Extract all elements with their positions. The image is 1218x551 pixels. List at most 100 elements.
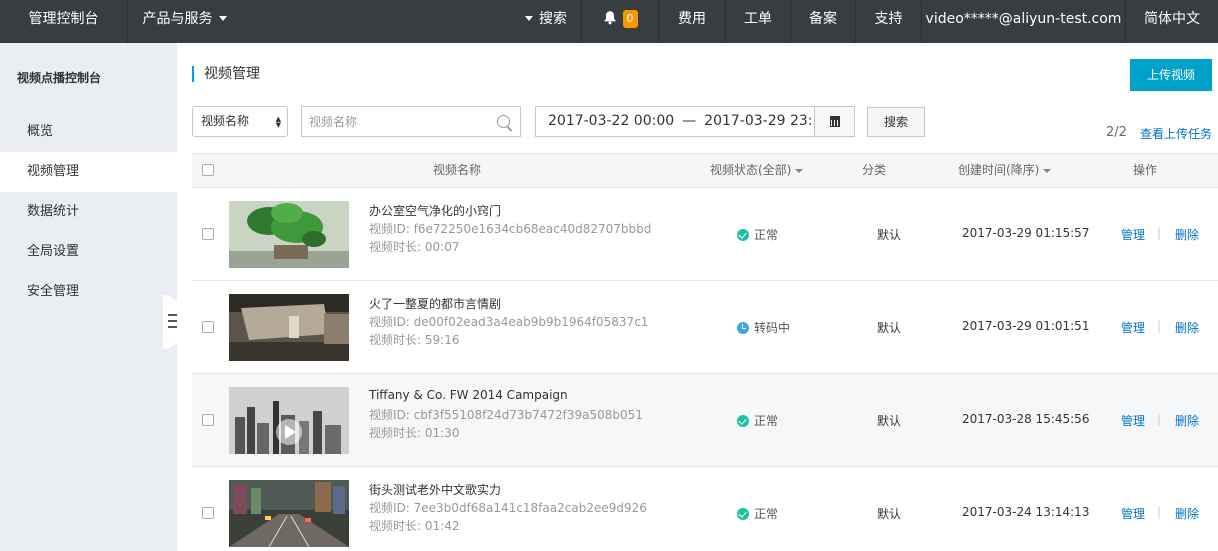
video-thumbnail[interactable]	[229, 387, 349, 454]
check-circle-icon	[737, 415, 749, 427]
sidebar-item-video-management[interactable]: 视频管理	[0, 152, 177, 192]
video-title[interactable]: Tiffany & Co. FW 2014 Campaign	[369, 388, 568, 402]
row-checkbox[interactable]	[202, 321, 214, 333]
video-category: 默认	[877, 321, 902, 335]
video-category: 默认	[877, 507, 902, 521]
video-thumbnail[interactable]	[229, 294, 349, 361]
delete-link[interactable]: 删除	[1175, 226, 1199, 243]
view-upload-tasks-link[interactable]: 查看上传任务	[1140, 125, 1212, 142]
main-content: 视频管理 上传视频 视频名称 ▲▼ 2017-03-22 00:00—2017-…	[177, 43, 1218, 551]
console-home-link[interactable]: 管理控制台	[0, 0, 127, 43]
delete-link[interactable]: 删除	[1175, 412, 1199, 429]
table-row: 火了一整夏的都市言情剧 视频ID: de00f02ead3a4eab9b9b19…	[192, 281, 1218, 374]
table-row: 街头测试老外中文歌实力 视频ID: 7ee3b0df68a141c18faa2c…	[192, 467, 1218, 551]
chevron-down-icon	[218, 15, 227, 21]
page-title: 视频管理	[192, 66, 260, 82]
video-duration: 视频时长: 59:16	[369, 333, 460, 347]
table-row: 办公室空气净化的小窍门 视频ID: f6e72250e1634cb68eac40…	[192, 188, 1218, 281]
search-field-select-value: 视频名称	[201, 114, 250, 128]
video-id: 视频ID: de00f02ead3a4eab9b9b1964f05837c1	[369, 315, 649, 329]
video-title[interactable]: 火了一整夏的都市言情剧	[369, 295, 501, 312]
sidebar-title: 视频点播控制台	[17, 71, 102, 85]
column-header-actions: 操作	[1133, 163, 1158, 177]
video-name-search-input[interactable]	[301, 106, 521, 137]
video-duration: 视频时长: 01:42	[369, 519, 460, 533]
video-status: 正常	[737, 226, 778, 243]
search-field-select[interactable]: 视频名称 ▲ ▼	[192, 106, 288, 137]
created-time: 2017-03-29 01:01:51	[962, 319, 1090, 333]
sidebar-item-global-settings[interactable]: 全局设置	[0, 232, 177, 272]
video-title[interactable]: 办公室空气净化的小窍门	[369, 202, 501, 219]
column-header-name: 视频名称	[433, 163, 482, 177]
upload-video-button[interactable]: 上传视频	[1130, 59, 1212, 91]
video-category: 默认	[877, 228, 902, 242]
products-menu-label: 产品与服务	[142, 11, 213, 27]
action-separator: |	[1157, 226, 1162, 240]
manage-link[interactable]: 管理	[1121, 319, 1145, 336]
video-duration: 视频时长: 01:30	[369, 426, 460, 440]
video-thumbnail[interactable]	[229, 201, 349, 268]
page-count: 2/2	[1106, 125, 1127, 140]
calendar-button[interactable]	[814, 106, 855, 137]
account-menu[interactable]: video*****@aliyun-test.com	[921, 0, 1125, 43]
created-sort-label: 创建时间(降序)	[958, 163, 1040, 177]
support-link[interactable]: 支持	[855, 0, 921, 43]
video-title[interactable]: 街头测试老外中文歌实力	[369, 481, 501, 498]
date-separator: —	[682, 113, 697, 129]
sidebar-item-statistics[interactable]: 数据统计	[0, 192, 177, 232]
icp-link[interactable]: 备案	[790, 0, 855, 43]
manage-link[interactable]: 管理	[1121, 412, 1145, 429]
video-status: 正常	[737, 505, 778, 522]
sidebar-item-security[interactable]: 安全管理	[0, 272, 177, 312]
search-button[interactable]: 搜索	[867, 107, 925, 137]
tickets-link[interactable]: 工单	[725, 0, 790, 43]
top-navigation-bar: 管理控制台 产品与服务 搜索 0 费用 工单 备案 支持 video*****@…	[0, 0, 1218, 43]
row-checkbox[interactable]	[202, 228, 214, 240]
notifications-button[interactable]: 0	[581, 0, 658, 43]
table-header: 视频名称 视频状态(全部) 分类 创建时间(降序) 操作	[192, 153, 1218, 188]
created-time: 2017-03-28 15:45:56	[962, 412, 1090, 426]
video-id: 视频ID: f6e72250e1634cb68eac40d82707bbbd	[369, 222, 652, 236]
bell-icon	[603, 11, 616, 25]
delete-link[interactable]: 删除	[1175, 505, 1199, 522]
calendar-icon	[830, 116, 840, 127]
video-id: 视频ID: cbf3f55108f24d73b7472f39a508b051	[369, 408, 643, 422]
action-separator: |	[1157, 505, 1162, 519]
table-row: Tiffany & Co. FW 2014 Campaign 视频ID: cbf…	[192, 374, 1218, 467]
video-category: 默认	[877, 414, 902, 428]
products-menu[interactable]: 产品与服务	[127, 0, 247, 43]
row-checkbox[interactable]	[202, 414, 214, 426]
check-circle-icon	[737, 508, 749, 520]
video-status: 转码中	[737, 319, 790, 336]
notification-count-badge: 0	[622, 10, 638, 28]
created-time: 2017-03-29 01:15:57	[962, 226, 1090, 240]
video-status: 正常	[737, 412, 778, 429]
search-icon[interactable]	[497, 115, 510, 128]
column-header-category: 分类	[862, 163, 887, 177]
manage-link[interactable]: 管理	[1121, 505, 1145, 522]
manage-link[interactable]: 管理	[1121, 226, 1145, 243]
billing-link[interactable]: 费用	[658, 0, 725, 43]
clock-icon	[737, 322, 749, 334]
caret-down-icon	[525, 15, 533, 21]
select-all-checkbox[interactable]	[202, 164, 214, 176]
search-toggle[interactable]: 搜索	[505, 0, 581, 43]
column-header-status[interactable]: 视频状态(全部)	[710, 154, 804, 187]
delete-link[interactable]: 删除	[1175, 319, 1199, 336]
search-label: 搜索	[539, 11, 567, 27]
caret-down-icon	[1043, 168, 1052, 173]
language-switch[interactable]: 简体中文	[1125, 0, 1218, 43]
action-separator: |	[1157, 412, 1162, 426]
column-header-created[interactable]: 创建时间(降序)	[958, 154, 1052, 187]
select-arrows-icon: ▲ ▼	[275, 115, 281, 129]
date-end: 2017-03-29 23:59	[704, 113, 831, 129]
video-thumbnail[interactable]	[229, 480, 349, 547]
caret-down-icon	[795, 168, 804, 173]
date-range-picker[interactable]: 2017-03-22 00:00 — 2017-03-29 23:59	[535, 106, 830, 137]
created-time: 2017-03-24 13:14:13	[962, 505, 1090, 519]
row-checkbox[interactable]	[202, 507, 214, 519]
video-id: 视频ID: 7ee3b0df68a141c18faa2cab2ee9d926	[369, 501, 647, 515]
sidebar: 视频点播控制台 概览 视频管理 数据统计 全局设置 安全管理	[0, 43, 177, 551]
status-filter-label: 视频状态(全部)	[710, 163, 792, 177]
sidebar-item-overview[interactable]: 概览	[0, 112, 177, 152]
